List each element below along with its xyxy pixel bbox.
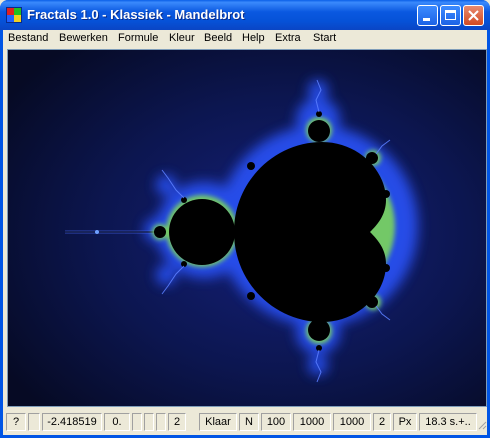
app-window: Fractals 1.0 - Klassiek - Mandelbrot Bes…: [0, 0, 490, 438]
status-coordinate-x: -2.418519: [42, 413, 102, 431]
menu-formule[interactable]: Formule: [118, 32, 158, 44]
status-unit: Px: [393, 413, 417, 431]
status-width: 1000: [293, 413, 331, 431]
status-help[interactable]: ?: [6, 413, 26, 431]
menu-start[interactable]: Start: [313, 32, 336, 44]
minimize-button[interactable]: [417, 5, 438, 26]
status-time: 18.3 s.+..: [419, 413, 477, 431]
minimize-icon: [423, 18, 430, 21]
fractal-canvas[interactable]: [7, 49, 487, 407]
status-iterations: 100: [261, 413, 291, 431]
menu-bestand[interactable]: Bestand: [8, 32, 48, 44]
status-coordinate-y: 0.: [104, 413, 130, 431]
window-title: Fractals 1.0 - Klassiek - Mandelbrot: [27, 7, 245, 22]
status-bar: ? -2.418519 0. 2 Klaar N 100 1000 1000 2…: [3, 410, 487, 434]
menu-kleur[interactable]: Kleur: [169, 32, 195, 44]
menu-extra[interactable]: Extra: [275, 32, 301, 44]
status-mode: N: [239, 413, 259, 431]
menu-beeld[interactable]: Beeld: [204, 32, 232, 44]
status-empty-2: [132, 413, 142, 431]
status-height: 1000: [333, 413, 371, 431]
status-count: 2: [168, 413, 186, 431]
status-empty-3: [144, 413, 154, 431]
status-empty-4: [156, 413, 166, 431]
close-icon: [468, 10, 479, 21]
fractal-app-icon: [6, 7, 22, 23]
maximize-button[interactable]: [440, 5, 461, 26]
maximize-icon: [445, 10, 456, 20]
menu-help[interactable]: Help: [242, 32, 265, 44]
title-bar[interactable]: Fractals 1.0 - Klassiek - Mandelbrot: [0, 0, 490, 30]
mandelbrot-render: [8, 50, 486, 406]
status-state: Klaar: [199, 413, 237, 431]
menu-bewerken[interactable]: Bewerken: [59, 32, 108, 44]
close-button[interactable]: [463, 5, 484, 26]
resize-grip-icon[interactable]: [477, 420, 487, 432]
status-empty-1: [28, 413, 40, 431]
status-power: 2: [373, 413, 391, 431]
menu-bar: Bestand Bewerken Formule Kleur Beeld Hel…: [3, 30, 487, 48]
